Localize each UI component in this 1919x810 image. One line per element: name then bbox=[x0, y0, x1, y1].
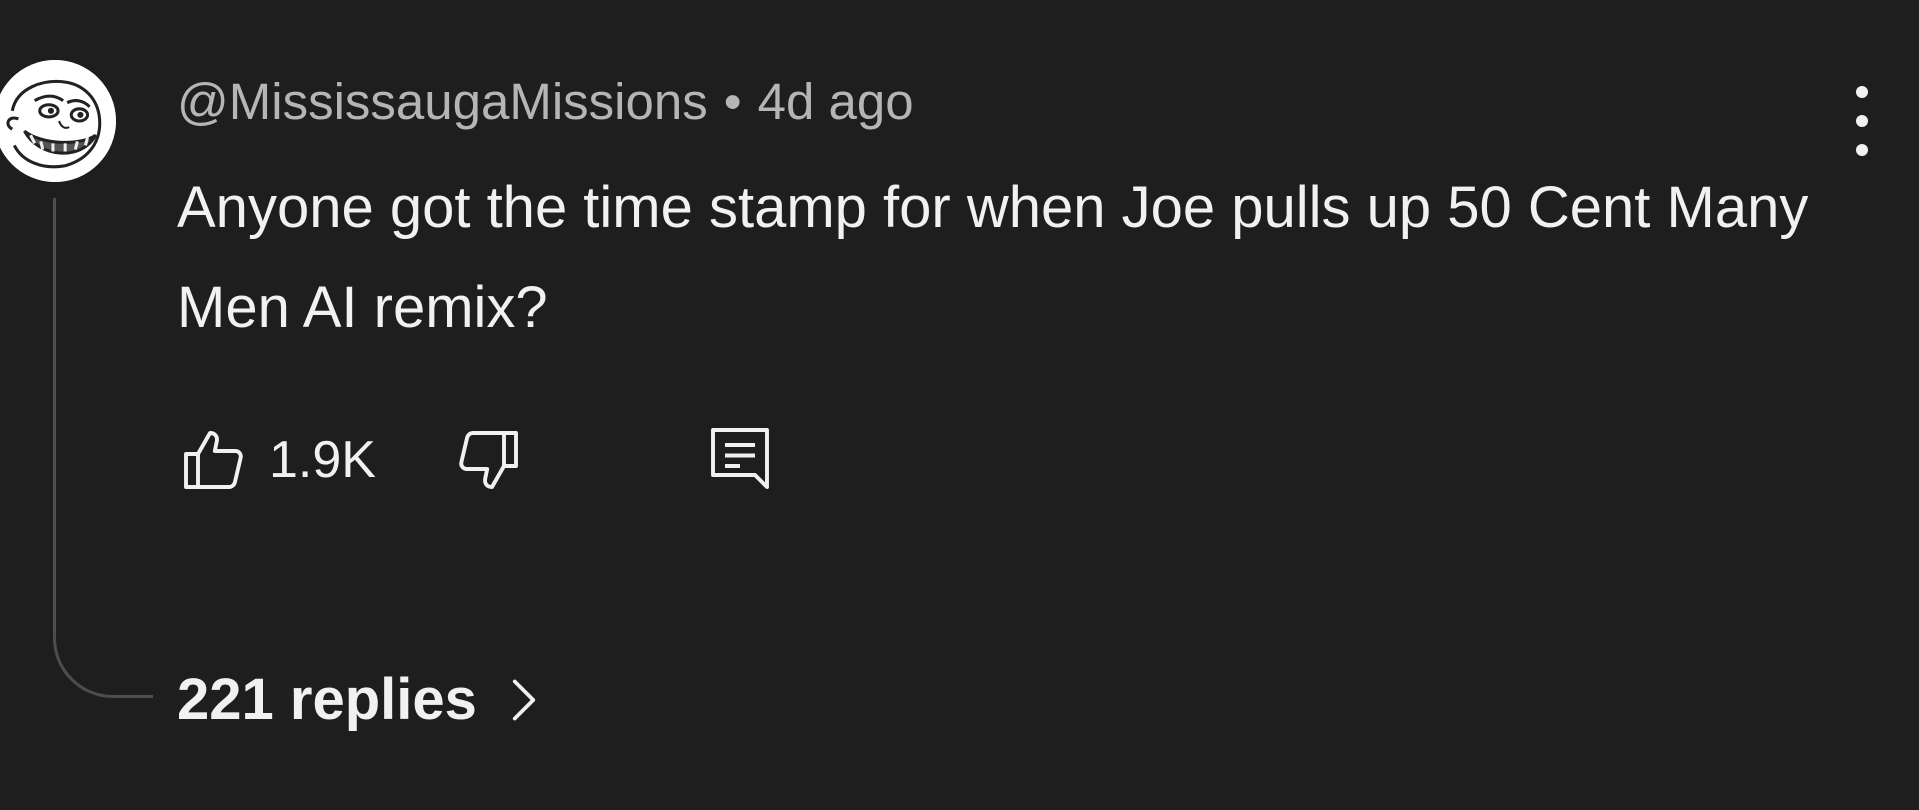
like-button[interactable]: 1.9K bbox=[177, 420, 376, 500]
meta-separator: • bbox=[723, 73, 742, 130]
chevron-right-icon bbox=[511, 677, 537, 723]
author-handle[interactable]: @MississaugaMissions bbox=[177, 73, 708, 130]
vertical-ellipsis-icon bbox=[1856, 86, 1868, 98]
comment-meta: @MississaugaMissions • 4d ago bbox=[177, 72, 914, 132]
avatar[interactable] bbox=[0, 60, 116, 182]
comment-body: Anyone got the time stamp for when Joe p… bbox=[177, 175, 1809, 340]
comment-timestamp[interactable]: 4d ago bbox=[758, 73, 914, 130]
comment-thread: @MississaugaMissions • 4d ago Anyone got t… bbox=[0, 0, 1919, 810]
vertical-ellipsis-icon bbox=[1856, 115, 1868, 127]
thumbs-up-icon bbox=[184, 431, 243, 489]
reply-button[interactable] bbox=[704, 420, 776, 500]
replies-count-label: 221 replies bbox=[177, 667, 477, 732]
dislike-button[interactable] bbox=[453, 420, 525, 500]
comment-reply-icon bbox=[711, 428, 769, 489]
more-actions-button[interactable] bbox=[1840, 86, 1884, 156]
vertical-ellipsis-icon bbox=[1856, 144, 1868, 156]
thumbs-down-icon bbox=[459, 431, 518, 489]
like-count: 1.9K bbox=[269, 431, 376, 489]
view-replies-button[interactable]: 221 replies bbox=[177, 662, 537, 738]
thread-connector-line bbox=[53, 198, 153, 698]
troll-face-avatar-icon bbox=[0, 60, 116, 182]
